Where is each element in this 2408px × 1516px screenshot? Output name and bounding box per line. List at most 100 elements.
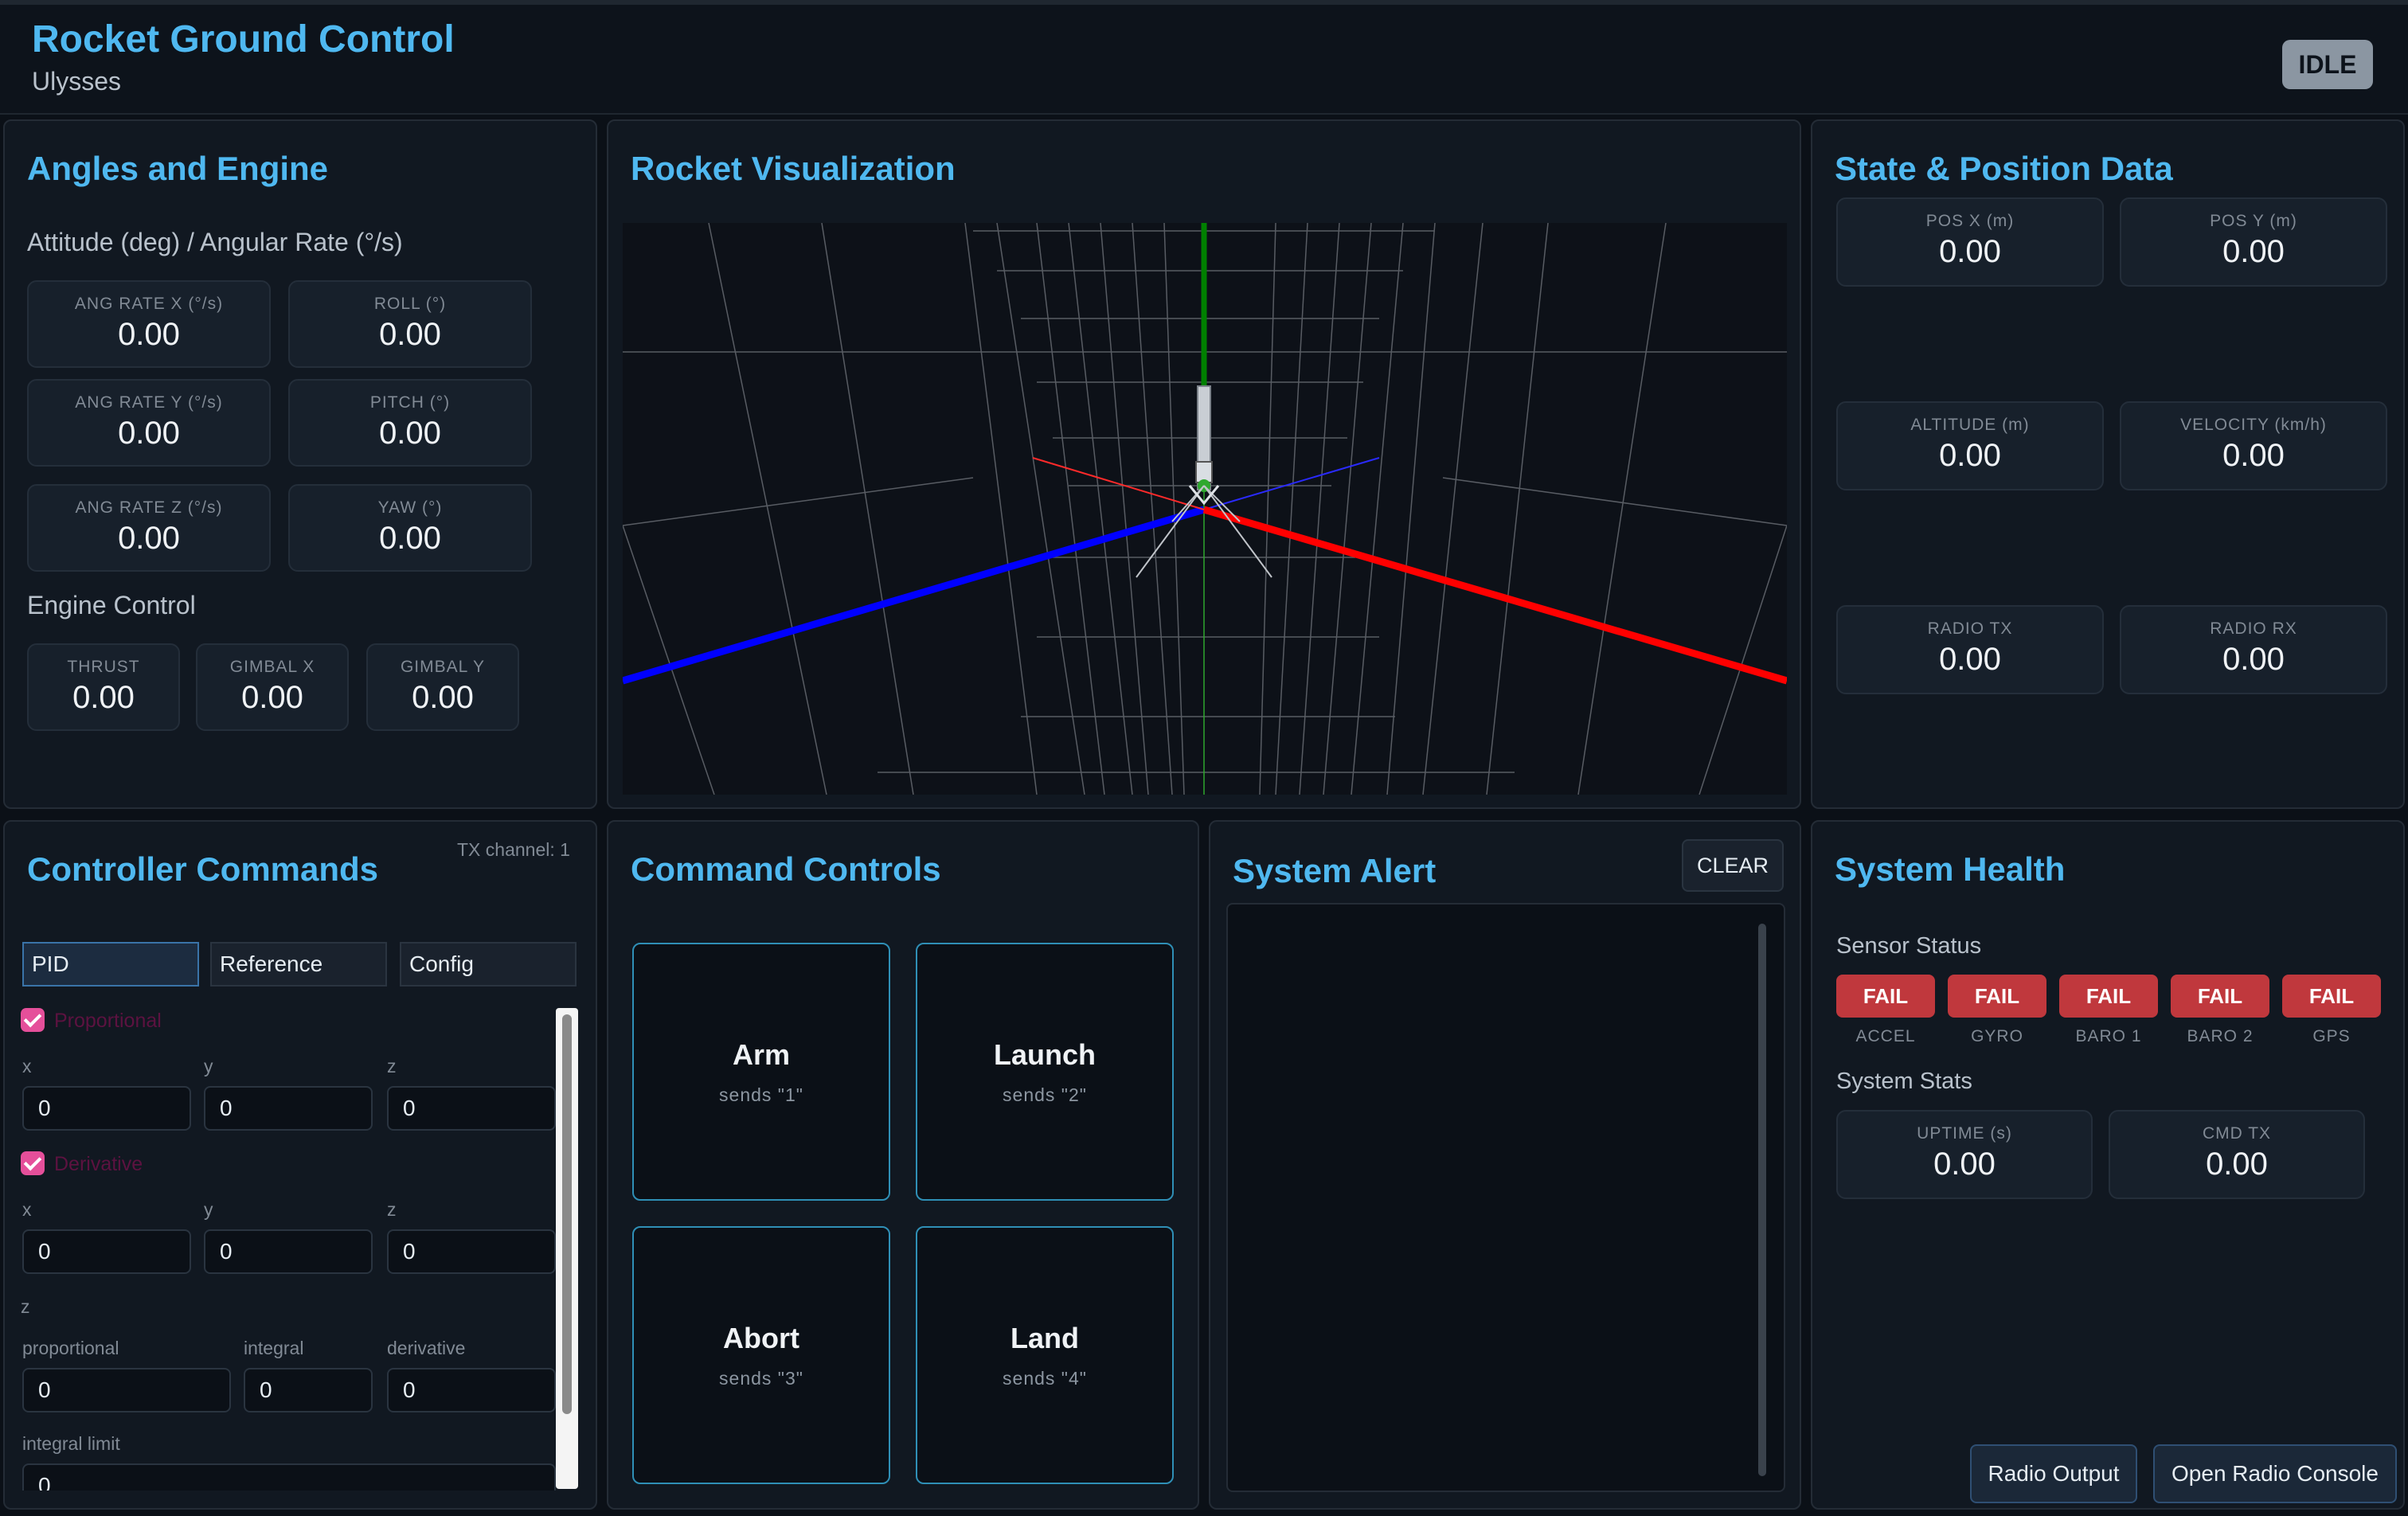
gyro-status-badge: FAIL xyxy=(1948,975,2046,1018)
command-code: sends "4" xyxy=(1003,1368,1087,1389)
vehicle-name: Ulysses xyxy=(32,67,122,96)
baro2-status-badge: FAIL xyxy=(2171,975,2269,1018)
tile-label: RADIO RX xyxy=(2210,619,2297,638)
proportional-x-input[interactable]: 0 xyxy=(22,1086,191,1131)
tile-label: THRUST xyxy=(67,658,140,676)
accel-label: ACCEL xyxy=(1855,1027,1916,1045)
gps-status-badge: FAIL xyxy=(2282,975,2381,1018)
tab-config[interactable]: Config xyxy=(400,942,577,987)
panel-title: Rocket Visualization xyxy=(631,150,956,187)
gimbal-x-tile: GIMBAL X 0.00 xyxy=(196,643,349,731)
cmd-tx-tile: CMD TX 0.00 xyxy=(2109,1110,2365,1199)
proportional-checkbox[interactable] xyxy=(21,1008,45,1032)
tile-label: PITCH (°) xyxy=(369,393,451,412)
z-proportional-label: proportional xyxy=(22,1338,119,1358)
tile-value: 0.00 xyxy=(412,680,474,715)
tile-value: 0.00 xyxy=(241,680,303,715)
derivative-checkbox[interactable] xyxy=(21,1151,45,1175)
launch-button[interactable]: Launch sends "2" xyxy=(916,943,1174,1201)
land-button[interactable]: Land sends "4" xyxy=(916,1226,1174,1484)
panel-title: System Health xyxy=(1835,850,2066,888)
command-code: sends "1" xyxy=(719,1084,803,1105)
alert-log[interactable] xyxy=(1226,903,1785,1492)
tile-value: 0.00 xyxy=(118,521,180,556)
panel-title: Command Controls xyxy=(631,850,941,888)
tab-reference[interactable]: Reference xyxy=(210,942,387,987)
x-axis-line xyxy=(1202,506,1787,685)
integral-limit-label: integral limit xyxy=(22,1433,120,1454)
tile-label: ALTITUDE (m) xyxy=(1910,416,2030,434)
x-label: x xyxy=(22,1056,32,1076)
attitude-heading: Attitude (deg) / Angular Rate (°/s) xyxy=(27,228,403,256)
y-label: y xyxy=(204,1199,213,1220)
thrust-tile: THRUST 0.00 xyxy=(27,643,180,731)
pid-form-scrollbar[interactable] xyxy=(556,1008,578,1489)
altitude-tile: ALTITUDE (m) 0.00 xyxy=(1836,401,2104,490)
tile-value: 0.00 xyxy=(379,416,441,451)
tile-value: 0.00 xyxy=(118,416,180,451)
x-label: x xyxy=(22,1199,32,1220)
app-title: Rocket Ground Control xyxy=(32,18,455,61)
tile-label: POS Y (m) xyxy=(2210,212,2297,230)
pos-y-tile: POS Y (m) 0.00 xyxy=(2120,197,2387,287)
derivative-y-input[interactable]: 0 xyxy=(204,1229,373,1274)
command-name: Abort xyxy=(723,1322,799,1354)
x-axis-guide xyxy=(1032,457,1205,510)
tile-label: CMD TX xyxy=(2202,1124,2272,1143)
tile-value: 0.00 xyxy=(2206,1147,2268,1182)
tile-value: 0.00 xyxy=(72,680,135,715)
tile-label: GIMBAL X xyxy=(229,658,315,676)
y-label: y xyxy=(204,1056,213,1076)
command-code: sends "3" xyxy=(719,1368,803,1389)
abort-button[interactable]: Abort sends "3" xyxy=(632,1226,890,1484)
z-proportional-input[interactable]: 0 xyxy=(22,1368,231,1412)
tile-value: 0.00 xyxy=(1933,1147,1996,1182)
radio-rx-tile: RADIO RX 0.00 xyxy=(2120,605,2387,694)
tile-value: 0.00 xyxy=(2222,438,2285,473)
integral-limit-input[interactable]: 0 xyxy=(22,1463,556,1491)
scrollbar-thumb[interactable] xyxy=(562,1014,572,1414)
system-stats-heading: System Stats xyxy=(1836,1069,1972,1094)
tile-value: 0.00 xyxy=(379,317,441,352)
velocity-tile: VELOCITY (km/h) 0.00 xyxy=(2120,401,2387,490)
ang-rate-z-tile: ANG RATE Z (°/s) 0.00 xyxy=(27,484,271,572)
gyro-label: GYRO xyxy=(1971,1027,2023,1045)
alert-log-scrollbar[interactable] xyxy=(1758,924,1766,1476)
z-label: z xyxy=(387,1199,397,1220)
proportional-z-input[interactable]: 0 xyxy=(387,1086,556,1131)
radio-output-button[interactable]: Radio Output xyxy=(1970,1444,2137,1503)
open-radio-console-button[interactable]: Open Radio Console xyxy=(2153,1444,2397,1503)
clear-alerts-button[interactable]: CLEAR xyxy=(1682,839,1784,892)
uptime-tile: UPTIME (s) 0.00 xyxy=(1836,1110,2093,1199)
rocket-3d-viewport[interactable] xyxy=(623,223,1787,795)
tile-label: RADIO TX xyxy=(1927,619,2013,638)
derivative-x-input[interactable]: 0 xyxy=(22,1229,191,1274)
tab-pid[interactable]: PID xyxy=(22,942,199,987)
pitch-tile: PITCH (°) 0.00 xyxy=(288,379,532,467)
gps-label: GPS xyxy=(2312,1027,2351,1045)
tile-label: ROLL (°) xyxy=(373,295,447,313)
panel-title: Angles and Engine xyxy=(27,150,329,187)
status-badge: IDLE xyxy=(2282,40,2373,89)
proportional-y-input[interactable]: 0 xyxy=(204,1086,373,1131)
z-derivative-input[interactable]: 0 xyxy=(387,1368,556,1412)
engine-heading: Engine Control xyxy=(27,591,196,619)
command-name: Arm xyxy=(732,1038,791,1071)
z-section-label: z xyxy=(21,1296,30,1317)
arm-button[interactable]: Arm sends "1" xyxy=(632,943,890,1201)
baro1-status-badge: FAIL xyxy=(2059,975,2158,1018)
tile-value: 0.00 xyxy=(118,317,180,352)
z-integral-input[interactable]: 0 xyxy=(244,1368,373,1412)
tile-label: ANG RATE Z (°/s) xyxy=(75,498,223,517)
pid-form-scroll-area: Proportional x y z 0 0 0 Derivative x y … xyxy=(11,1005,580,1491)
ang-rate-y-tile: ANG RATE Y (°/s) 0.00 xyxy=(27,379,271,467)
z-label: z xyxy=(387,1056,397,1076)
radio-tx-tile: RADIO TX 0.00 xyxy=(1836,605,2104,694)
baro1-label: BARO 1 xyxy=(2075,1027,2142,1045)
tile-label: GIMBAL Y xyxy=(400,658,486,676)
proportional-label: Proportional xyxy=(54,1010,162,1032)
panel-title: State & Position Data xyxy=(1835,150,2173,187)
derivative-label: Derivative xyxy=(54,1153,143,1175)
tile-value: 0.00 xyxy=(2222,234,2285,269)
derivative-z-input[interactable]: 0 xyxy=(387,1229,556,1274)
